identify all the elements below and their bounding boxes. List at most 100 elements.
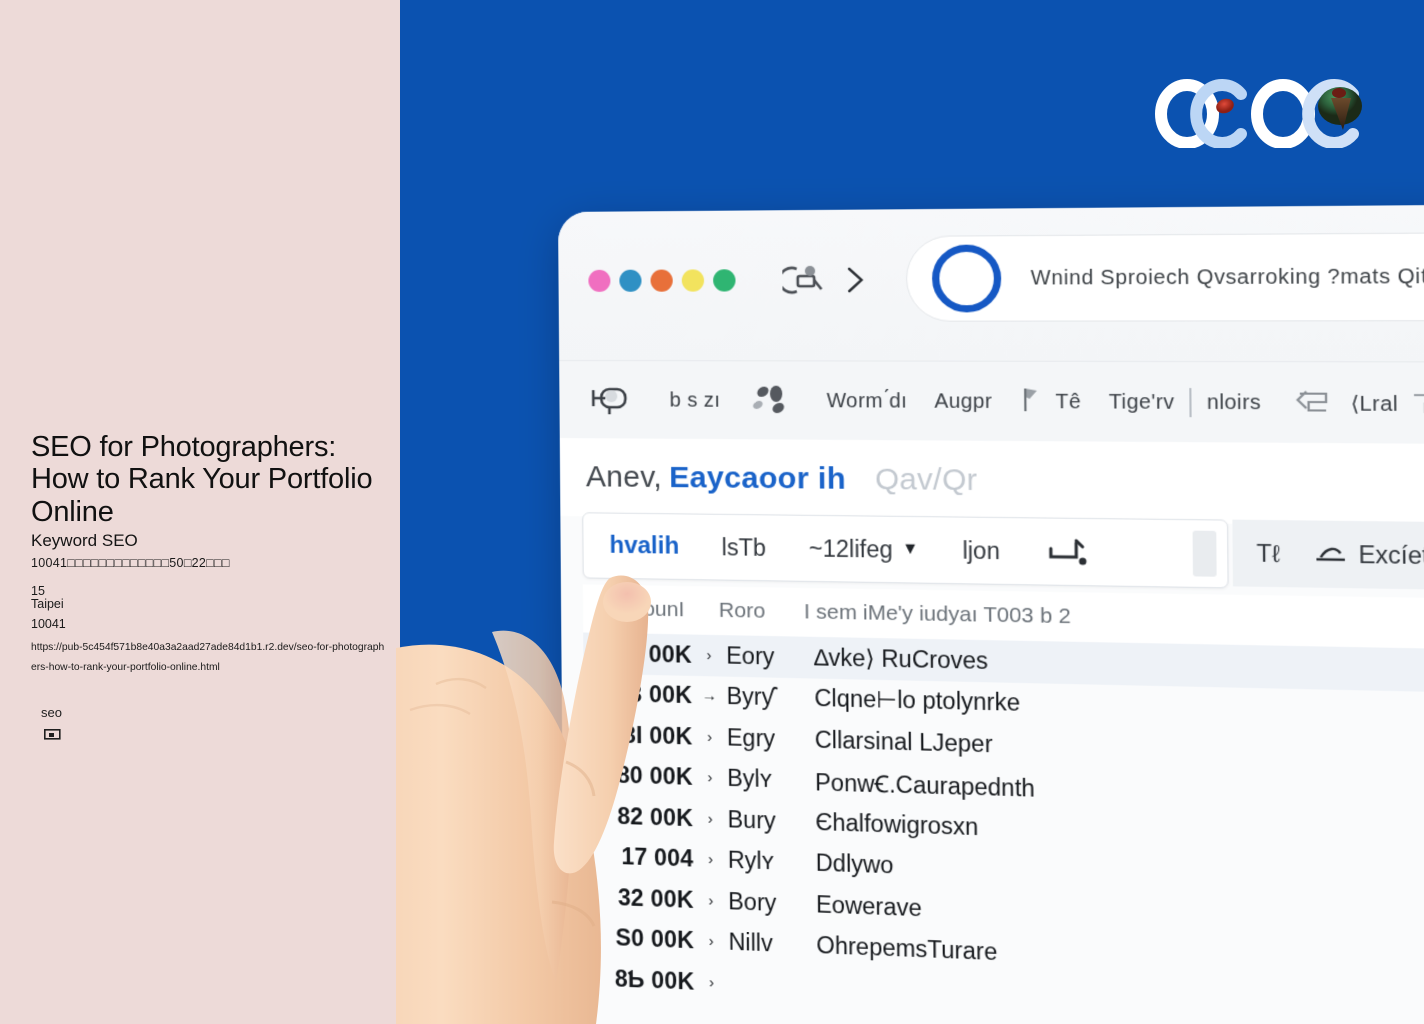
filter-tk[interactable]: Tℓ [1256,539,1280,568]
row-bucket: Bury [727,806,815,836]
filter-label: ~12lifeg [809,535,893,564]
address-bar[interactable]: Wnind Sproiech Qvsarroking ?mats Qitl ·· [906,232,1424,322]
export-icon [1312,540,1349,568]
filter-bar-primary[interactable]: hvalih [609,532,679,561]
row-arrow-icon: › [692,728,727,746]
filter-bar[interactable]: hvalih lsTb ~12lifeg ▼ ljon [582,512,1228,588]
row-volume: 8Ƅ 00K [586,964,695,996]
dot-blue[interactable] [619,270,641,292]
meta-postal-code: 10041 [31,617,66,631]
screenshot-stage: SEO for Photographers: How to Rank Your … [0,0,1424,1024]
filter-lstb[interactable]: lsTb [722,534,766,562]
dot-green[interactable] [713,269,736,291]
toolbar-item-wormdi[interactable]: Worm ́dı [827,389,908,413]
toolbar-item-te[interactable]: Tê [1019,384,1081,419]
browser-window: Wnind Sproiech Qvsarroking ?mats Qitl ··… [558,205,1424,1024]
toolbar-item-label: Tige'rv [1109,390,1175,414]
row-bucket: Egry [727,724,815,754]
article-info-panel: SEO for Photographers: How to Rank Your … [0,0,400,1024]
page-heading-blue: Eaycaoor ih [669,461,846,497]
column-volume[interactable]: Hly ounI [607,597,685,622]
rounded-square-icon [585,382,633,418]
row-volume: 17 004 [585,842,694,873]
meta-number: 15 [31,584,45,598]
row-bucket: Eory [726,642,814,671]
row-arrow-icon: › [694,892,729,910]
filter-12lifeg[interactable]: ~12lifeg ▼ [809,535,919,564]
keyword-heading: Keyword SEO [31,531,138,551]
filter-label: ljon [962,537,1000,565]
toolbar-item-label: Worm ́dı [827,389,908,413]
toolbar-item-end[interactable] [1409,386,1424,422]
filter-excieton[interactable]: Excíetonı [1312,540,1424,570]
row-volume: 82 00K [585,802,694,832]
filter-arrow[interactable] [1044,536,1091,568]
meta-city: Taipei [31,597,64,611]
toolbar-item-tigerv[interactable]: Tige'rv [1109,390,1175,414]
cast-screen-icon[interactable] [782,263,825,298]
row-volume: S0 00K [585,923,694,954]
toolbar-item-label: Augpr [934,390,992,414]
filter-bar-right: Tℓ Excíetonı [1232,520,1424,591]
row-arrow-icon: › [693,810,728,828]
column-roro[interactable]: Roro [719,599,766,624]
source-url[interactable]: https://pub-5c454f571b8e40a3a2aad27ade84… [31,638,387,678]
toolbar-item-scatter[interactable] [749,383,804,420]
row-bucket: Bylʏ [727,765,815,795]
browser-toolbar: b s zı Worm ́dı Augpr Tê Tige'rv nloirs … [559,360,1424,446]
table-body: 68 00K › Eory ∆vke⟩ RuCroves 13 00K → By… [583,632,1424,1024]
filter-bar-scroll-tab[interactable] [1193,531,1217,577]
filter-label: Tℓ [1256,539,1280,568]
address-bar-text: Wnind Sproiech Qvsarroking ?mats Qitl [1031,265,1424,290]
site-ring-icon [932,244,1002,312]
filter-ljon[interactable]: ljon [962,537,1000,565]
row-arrow-icon: › [694,932,729,950]
row-arrow-icon: › [692,646,727,664]
row-bucket: Bory [728,888,816,919]
dot-yellow[interactable] [682,269,704,291]
row-bucket: Nillv [728,929,816,960]
row-volume: 80 00K [584,761,693,791]
row-volume: 8I 00K [584,720,693,750]
page-heading-dark: Anev, [586,460,662,495]
page-title: SEO for Photographers: How to Rank Your … [31,431,391,528]
toolbar-item-bszi[interactable]: b s zı [670,389,721,412]
row-bucket [729,983,817,987]
row-volume: 32 00K [585,883,694,914]
row-volume: 13 00K [584,680,693,710]
toolbar-item-label: ⟨Lral [1350,390,1398,417]
chevron-right-icon[interactable] [842,263,869,298]
toolbar-item-label: b s zı [670,389,721,412]
bracket-icon [1409,386,1424,422]
column-keyword[interactable]: I sem iMe'y iudyaı T003 b 2 [804,600,1071,629]
filter-label: lsTb [722,534,766,562]
scatter-dots-icon [749,383,792,420]
seo-tag-label: seo [41,705,62,720]
row-arrow-icon: → [692,687,727,705]
row-bucket: Rylʏ [728,847,816,877]
chevron-down-icon: ▼ [902,540,919,559]
toolbar-item-augpr[interactable]: Augpr [934,390,992,414]
dot-pink[interactable] [588,270,610,292]
toolbar-item-kural[interactable]: ⟨Lral [1289,385,1398,421]
window-dots [588,269,735,292]
toolbar-item-label: Tê [1055,390,1081,414]
abstract-ring-logo [1155,76,1370,148]
filter-label: Excíetonı [1358,540,1424,570]
row-volume: 68 00K [583,639,692,668]
toolbar-divider [1189,388,1191,417]
row-arrow-icon: › [693,769,728,787]
toolbar-item-label: nloirs [1207,391,1262,415]
page-heading-gray: Qav/Qr [875,463,978,499]
row-keyword [817,987,1424,1016]
flag-icon [1019,384,1042,419]
row-arrow-icon: › [693,851,728,869]
toolbar-item-nloirs[interactable]: nloirs [1207,391,1262,415]
meta-code-line: 10041□□□□□□□□□□□□□50□22□□□ [31,556,230,570]
dot-orange[interactable] [650,270,672,292]
row-arrow-icon: › [694,973,729,992]
tofu-box-glyph [44,729,61,740]
browser-chrome: Wnind Sproiech Qvsarroking ?mats Qitl ·· [558,205,1424,362]
toolbar-item-menu[interactable] [585,382,645,418]
bracket-icon [1289,385,1337,421]
